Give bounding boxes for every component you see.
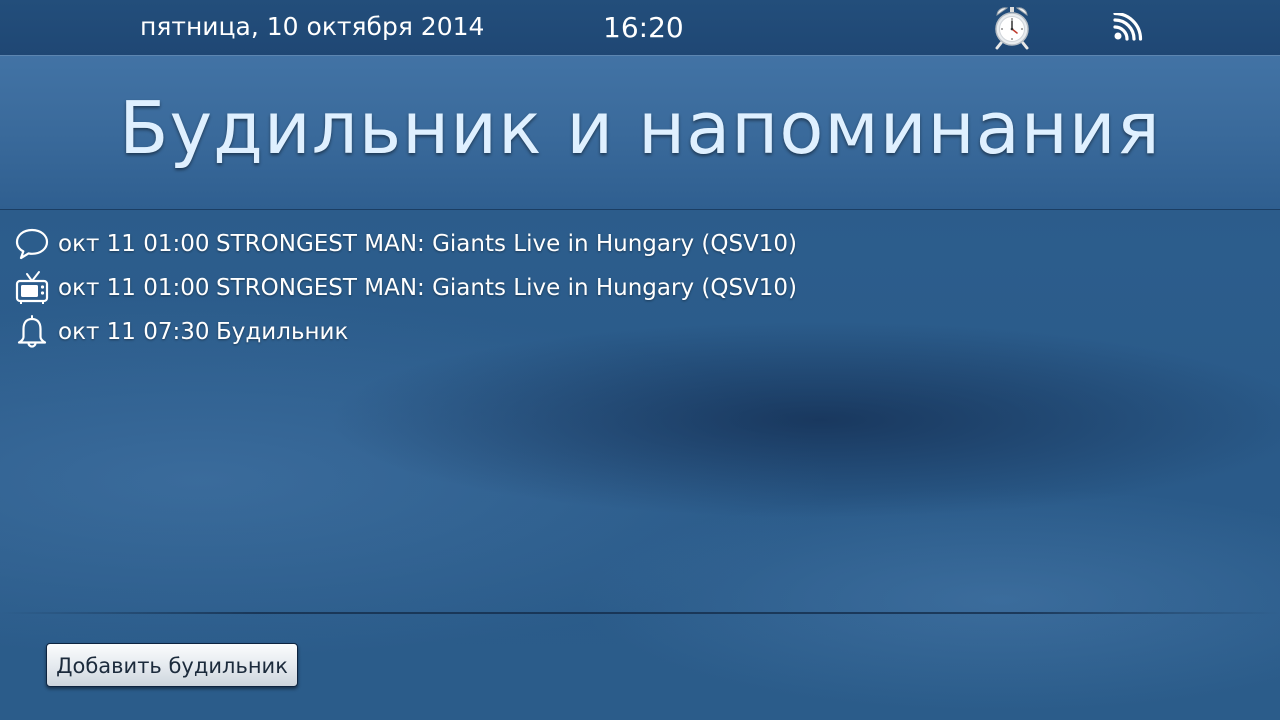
rss-feed-icon[interactable]	[1113, 13, 1143, 41]
reminder-list: окт 11 01:00 STRONGEST MAN: Giants Live …	[0, 222, 1280, 354]
page-title: Будильник и напоминания	[119, 86, 1161, 170]
reminder-row[interactable]: окт 11 07:30 Будильник	[0, 310, 1280, 354]
reminder-datetime: окт 11 01:00	[58, 275, 210, 301]
reminder-datetime: окт 11 07:30	[58, 319, 210, 345]
bell-icon	[17, 315, 47, 348]
status-time: 16:20	[603, 11, 684, 44]
add-alarm-button[interactable]: Добавить будильник	[46, 643, 298, 687]
tv-icon	[15, 271, 49, 304]
reminder-row[interactable]: окт 11 01:00 STRONGEST MAN: Giants Live …	[0, 266, 1280, 310]
alarm-clock-icon[interactable]	[992, 4, 1032, 50]
reminder-text: STRONGEST MAN: Giants Live in Hungary (Q…	[216, 231, 798, 257]
chat-bubble-icon	[15, 228, 49, 260]
reminder-datetime: окт 11 01:00	[58, 231, 210, 257]
status-date: пятница, 10 октября 2014	[140, 12, 485, 41]
reminder-text: Будильник	[216, 319, 349, 345]
status-bar: пятница, 10 октября 2014 16:20	[0, 0, 1280, 56]
reminder-text: STRONGEST MAN: Giants Live in Hungary (Q…	[216, 275, 798, 301]
title-panel: Будильник и напоминания	[0, 56, 1280, 210]
reminder-row[interactable]: окт 11 01:00 STRONGEST MAN: Giants Live …	[0, 222, 1280, 266]
bottom-divider	[0, 612, 1280, 614]
